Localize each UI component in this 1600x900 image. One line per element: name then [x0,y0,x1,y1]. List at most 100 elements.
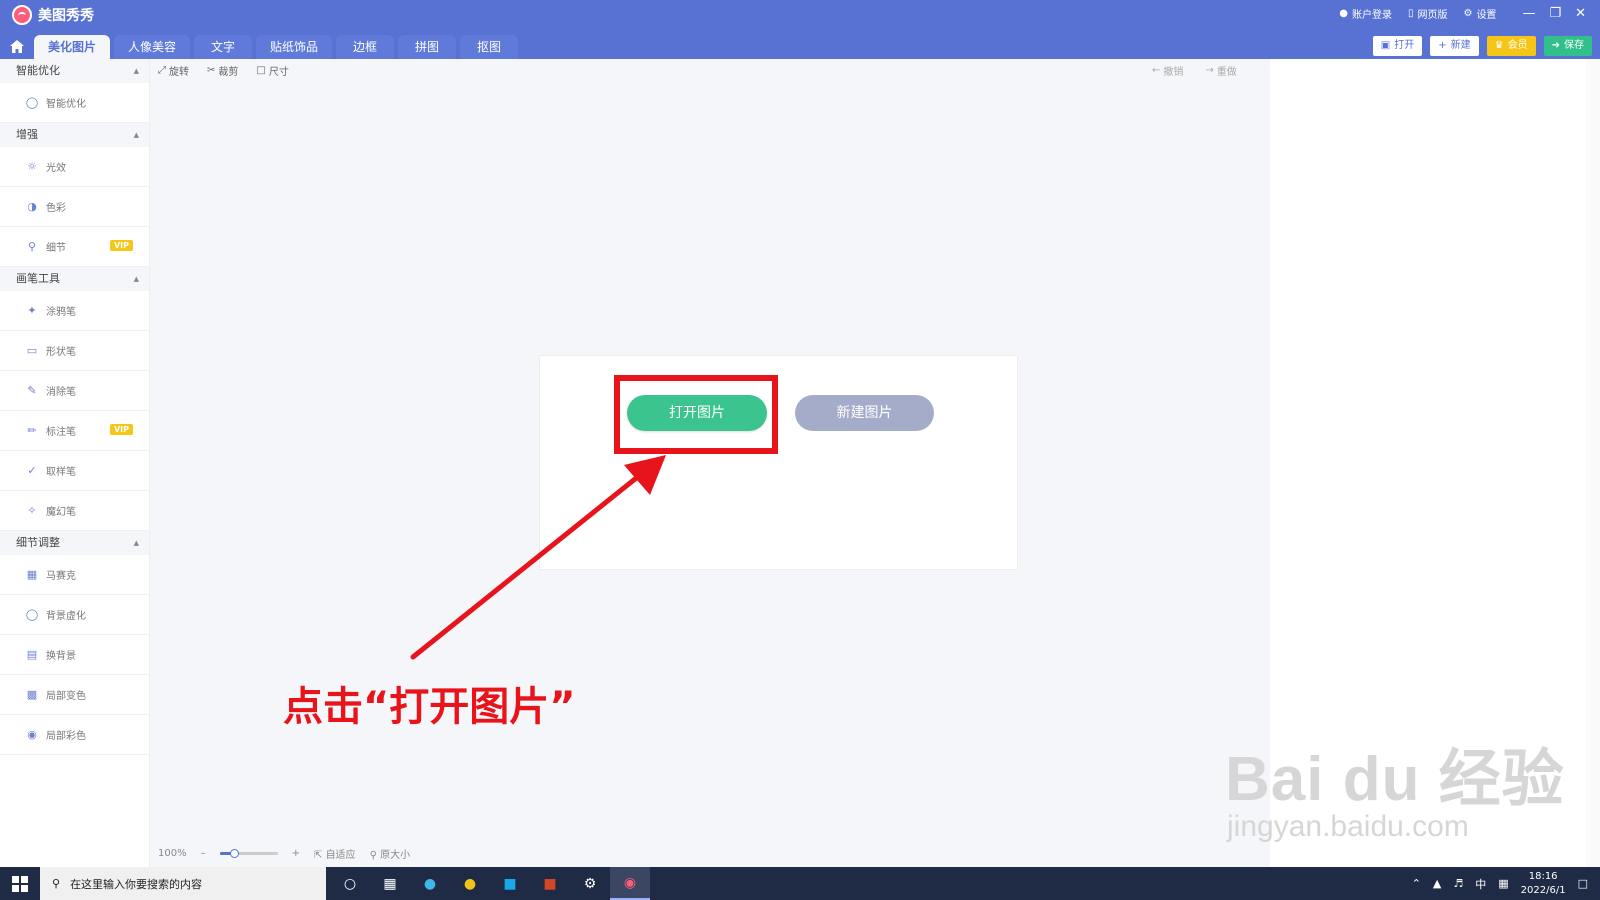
sidebar-item-color[interactable]: ◑ 色彩 [0,187,149,227]
cortana-icon[interactable]: ○ [330,867,370,900]
store-icon[interactable]: ■ [490,867,530,900]
sidebar-item-label: 光效 [46,163,66,174]
size-button[interactable]: □ 尺寸 [256,63,288,78]
scrollbar[interactable] [1586,59,1600,867]
settings-button[interactable]: ⚙ 设置 [1463,6,1496,21]
sidebar-item-change-bg[interactable]: ▤ 换背景 [0,635,149,675]
new-label: 新建 [1450,40,1471,51]
redo-button[interactable]: → 重做 [1205,63,1236,78]
sidebar-item-shape-pen[interactable]: ▭ 形状笔 [0,331,149,371]
zoom-in-button[interactable]: + [292,848,300,859]
home-icon [10,39,24,53]
start-button[interactable] [0,867,40,900]
sidebar-item-eraser-pen[interactable]: ✎ 消除笔 [0,371,149,411]
rotate-button[interactable]: ⤢ 旋转 [158,63,189,78]
tab-beautify[interactable]: 美化图片 [34,35,111,59]
network-icon[interactable]: ▲ [1433,877,1441,890]
sidebar-item-detail[interactable]: ⚲ 细节 VIP [0,227,149,267]
rotate-label: 旋转 [169,67,189,78]
sidebar-item-label: 取样笔 [46,467,76,478]
volume-icon[interactable]: ♬ [1453,877,1463,890]
save-button[interactable]: ➜ 保存 [1543,36,1592,56]
meitu-taskbar-icon[interactable]: ◉ [610,867,650,900]
clock[interactable]: 18:16 2022/6/1 [1521,870,1566,898]
browser-icon[interactable]: ● [450,867,490,900]
resize-icon: □ [256,65,266,76]
phone-icon: ▯ [1407,8,1414,19]
tab-frames[interactable]: 边框 [336,35,395,59]
brush-icon: ✦ [27,304,37,317]
dropper-icon: ✓ [27,464,37,477]
tab-stickers[interactable]: 贴纸饰品 [256,35,333,59]
notification-icon[interactable]: □ [1578,877,1588,890]
zoom-slider[interactable] [219,849,278,858]
undo-button[interactable]: ← 撤销 [1152,63,1183,78]
fit-icon: ⇱ [313,850,323,861]
sidebar-item-local-color[interactable]: ◉ 局部彩色 [0,715,149,755]
open-button[interactable]: ▣ 打开 [1372,36,1423,56]
annotation-arrow [410,455,666,660]
tab-cutout[interactable]: 抠图 [460,35,519,59]
tab-collage[interactable]: 拼图 [398,35,457,59]
sidebar-item-marker-pen[interactable]: ✏ 标注笔 VIP [0,411,149,451]
original-size-label: 原大小 [380,850,411,861]
sun-icon: ☼ [27,160,37,173]
zoom-slider-thumb[interactable] [230,849,240,858]
tray-chevron-icon[interactable]: ⌃ [1412,877,1421,890]
zoom-level: 100% [158,848,187,859]
sidebar-item-bg-blur[interactable]: ◯ 背景虚化 [0,595,149,635]
sidebar-group-adjust[interactable]: 细节调整 ▲ [0,531,149,555]
sidebar-item-doodle-pen[interactable]: ✦ 涂鸦笔 [0,291,149,331]
new-image-button[interactable]: 新建图片 [795,395,934,431]
tab-text[interactable]: 文字 [194,35,253,59]
taskbar-search[interactable]: ⚲ 在这里输入你要搜索的内容 [40,867,326,900]
account-login-button[interactable]: ● 账户登录 [1339,6,1392,21]
sidebar-item-mosaic[interactable]: ▦ 马赛克 [0,555,149,595]
powerpoint-icon[interactable]: ■ [530,867,570,900]
sidebar-item-smart-optimize[interactable]: ◯ 智能优化 [0,83,149,123]
sidebar-item-local-recolor[interactable]: ▩ 局部变色 [0,675,149,715]
vip-badge: VIP [109,240,133,251]
gear-icon: ⚙ [1463,8,1473,19]
edit-toolbar: ⤢ 旋转 ✂ 裁剪 □ 尺寸 [158,63,289,78]
bulb-icon: ◯ [25,96,39,109]
sidebar-item-light[interactable]: ☼ 光效 [0,147,149,187]
window-controls: — ❐ ✕ [1522,6,1586,21]
edge-icon[interactable]: ● [410,867,450,900]
fit-button[interactable]: ⇱ 自适应 [314,846,356,861]
sidebar-item-sample-pen[interactable]: ✓ 取样笔 [0,451,149,491]
sidebar-item-label: 形状笔 [46,347,76,358]
task-view-icon[interactable]: ▦ [370,867,410,900]
zoom-out-button[interactable]: – [201,848,206,859]
recolor-icon: ▩ [26,688,38,701]
ime-mode-icon[interactable]: ▦ [1498,877,1508,890]
close-icon[interactable]: ✕ [1575,6,1586,21]
collapse-icon: ▲ [133,67,139,75]
size-label: 尺寸 [268,67,289,78]
new-button[interactable]: + 新建 [1430,36,1479,56]
vip-button[interactable]: ♛ 会员 [1486,36,1536,56]
sidebar-item-magic-pen[interactable]: ✧ 魔幻笔 [0,491,149,531]
sidebar-group-title: 智能优化 [16,64,60,77]
history-controls: ← 撤销 → 重做 [1152,63,1237,78]
minimize-icon[interactable]: — [1522,6,1535,21]
original-size-button[interactable]: ⚲ 原大小 [370,846,411,861]
sidebar-item-label: 色彩 [46,203,66,214]
web-version-button[interactable]: ▯ 网页版 [1408,6,1448,21]
restore-icon[interactable]: ❐ [1549,6,1561,21]
sidebar-group-smart[interactable]: 智能优化 ▲ [0,59,149,83]
home-button[interactable] [0,33,34,59]
vip-label: 会员 [1507,40,1528,51]
export-icon: ➜ [1551,40,1560,51]
meitu-logo-icon [12,5,32,25]
sidebar-group-brush[interactable]: 画笔工具 ▲ [0,267,149,291]
sidebar-group-enhance[interactable]: 增强 ▲ [0,123,149,147]
settings-gear-icon[interactable]: ⚙ [570,867,610,900]
search-icon: ⚲ [52,877,61,890]
system-tray: ⌃ ▲ ♬ 中 ▦ 18:16 2022/6/1 □ [1412,867,1588,900]
crop-button[interactable]: ✂ 裁剪 [207,63,238,78]
undo-label: 撤销 [1163,67,1184,78]
tab-portrait[interactable]: 人像美容 [114,35,191,59]
ime-indicator[interactable]: 中 [1475,876,1486,892]
sidebar-item-label: 魔幻笔 [46,507,76,518]
